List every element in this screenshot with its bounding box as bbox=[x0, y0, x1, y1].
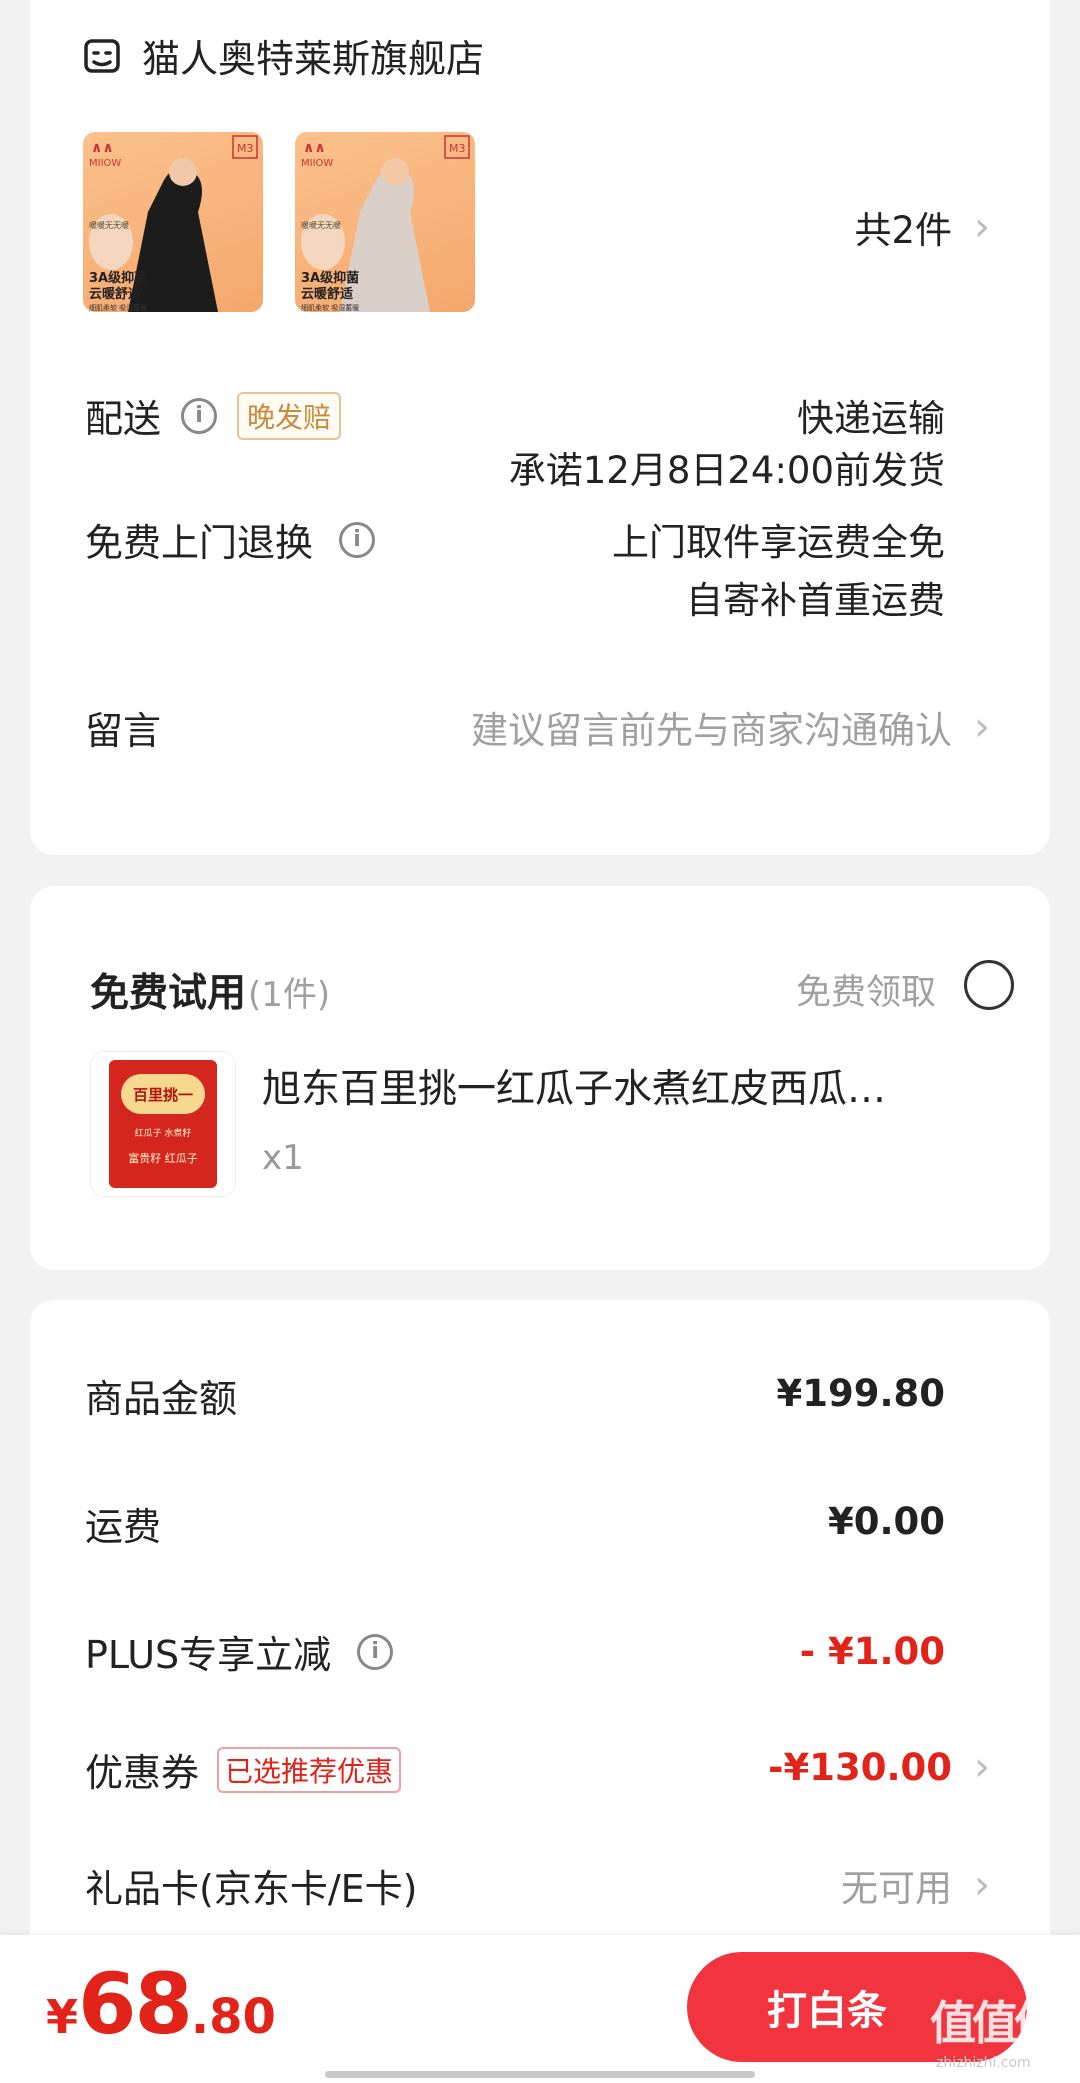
returns-line1: 上门取件享运费全免 bbox=[612, 521, 945, 564]
currency-symbol: ¥ bbox=[46, 1990, 79, 2044]
svg-text:云暖舒适: 云暖舒适 bbox=[301, 286, 353, 302]
message-input[interactable]: 建议留言前先与商家沟通确认 › bbox=[471, 700, 990, 754]
giftcard-value: 无可用 bbox=[841, 1867, 952, 1910]
checkout-bar: ¥ 68 .80 打白条 值值值 zhizhizhi.com bbox=[0, 1935, 1080, 2083]
svg-text:3A级抑菌: 3A级抑菌 bbox=[89, 270, 147, 286]
product-thumbnail[interactable]: ∧∧ MIIOW M3 暖暖无无暖 3A级抑菌 云暖舒适 细肌柔软 吸湿蓄暖 bbox=[83, 132, 263, 312]
plus-discount-value: - ¥1.00 bbox=[799, 1630, 945, 1673]
chevron-right-icon: › bbox=[974, 704, 990, 750]
late-delivery-tag: 晚发赔 bbox=[237, 391, 342, 440]
svg-text:云暖舒适: 云暖舒适 bbox=[89, 286, 141, 302]
message-label: 留言 bbox=[85, 709, 162, 753]
returns-line2: 自寄补首重运费 bbox=[686, 579, 945, 622]
svg-text:细肌柔软 吸湿蓄暖: 细肌柔软 吸湿蓄暖 bbox=[89, 303, 147, 312]
price-summary-card: 商品金额 ¥199.80 运费 ¥0.00 PLUS专享立减 i - ¥1.00… bbox=[30, 1300, 1050, 1940]
coupon-recommended-tag: 已选推荐优惠 bbox=[217, 1746, 402, 1793]
product-count-link[interactable]: 共2件 › bbox=[854, 200, 990, 254]
trial-action-label: 免费领取 bbox=[795, 973, 936, 1013]
chevron-right-icon: › bbox=[974, 204, 990, 250]
watermark-url: zhizhizhi.com bbox=[936, 2055, 1031, 2071]
coupon-label: 优惠券 bbox=[85, 1751, 200, 1795]
returns-label: 免费上门退换 bbox=[85, 521, 314, 565]
svg-text:MIIOW: MIIOW bbox=[301, 158, 333, 169]
store-header[interactable]: 猫人奥特莱斯旗舰店 bbox=[82, 28, 484, 83]
svg-text:M3: M3 bbox=[449, 142, 466, 155]
coupon-selector[interactable]: -¥130.00 › bbox=[768, 1744, 990, 1790]
info-icon[interactable]: i bbox=[339, 521, 376, 558]
pay-button-label: 打白条 bbox=[767, 1988, 887, 2034]
svg-text:∧∧: ∧∧ bbox=[91, 140, 114, 156]
free-trial-card: 免费试用 (1件) 免费领取 百里挑一 红瓜子 水煮籽 富贵籽 红瓜子 旭东百里… bbox=[30, 886, 1050, 1270]
price-integer: 68 bbox=[78, 1955, 193, 2053]
store-icon bbox=[84, 38, 120, 73]
brand-text: MIIOW bbox=[89, 158, 121, 169]
svg-text:红瓜子 水煮籽: 红瓜子 水煮籽 bbox=[135, 1127, 192, 1139]
svg-text:暖暖无无暖: 暖暖无无暖 bbox=[301, 221, 341, 230]
chevron-right-icon: › bbox=[974, 1744, 990, 1790]
product-count: 共2件 bbox=[854, 209, 952, 252]
coupon-value: -¥130.00 bbox=[768, 1745, 952, 1789]
svg-text:富贵籽 红瓜子: 富贵籽 红瓜子 bbox=[128, 1151, 198, 1165]
store-name: 猫人奥特莱斯旗舰店 bbox=[142, 37, 485, 81]
trial-header: 免费试用 (1件) bbox=[90, 962, 330, 1018]
watermark-logo: 值值值 bbox=[930, 1996, 1060, 2050]
trial-title: 免费试用 bbox=[90, 971, 247, 1016]
product-image: ∧∧ MIIOW M3 暖暖无无暖 3A级抑菌 云暖舒适 细肌柔软 吸湿蓄暖 bbox=[301, 135, 470, 312]
svg-text:∧∧: ∧∧ bbox=[303, 140, 326, 156]
total-price: ¥ 68 .80 bbox=[46, 1955, 276, 2053]
svg-text:3A级抑菌: 3A级抑菌 bbox=[301, 270, 359, 286]
svg-text:细肌柔软 吸湿蓄暖: 细肌柔软 吸湿蓄暖 bbox=[301, 303, 359, 312]
plus-discount-row: PLUS专享立减 i bbox=[85, 1624, 394, 1679]
order-card: 猫人奥特莱斯旗舰店 ∧∧ MIIOW M3 暖暖无无暖 3A级抑菌 云暖舒适 细… bbox=[30, 0, 1050, 855]
message-placeholder: 建议留言前先与商家沟通确认 bbox=[471, 709, 952, 752]
goods-amount-value: ¥199.80 bbox=[776, 1372, 945, 1415]
product-thumbnail[interactable]: ∧∧ MIIOW M3 暖暖无无暖 3A级抑菌 云暖舒适 细肌柔软 吸湿蓄暖 bbox=[295, 132, 475, 312]
coupon-row: 优惠券 已选推荐优惠 bbox=[85, 1742, 402, 1797]
home-indicator bbox=[325, 2071, 755, 2078]
trial-product-name[interactable]: 旭东百里挑一红瓜子水煮红皮西瓜… bbox=[262, 1058, 886, 1114]
returns-row: 免费上门退换 i bbox=[85, 512, 376, 567]
delivery-promise: 承诺12月8日24:00前发货 bbox=[508, 449, 945, 492]
giftcard-selector[interactable]: 无可用 › bbox=[841, 1858, 990, 1912]
giftcard-label: 礼品卡(京东卡/E卡) bbox=[85, 1867, 418, 1911]
shipping-fee-value: ¥0.00 bbox=[827, 1500, 945, 1543]
trial-select-radio[interactable] bbox=[964, 960, 1014, 1010]
delivery-row: 配送 i 晚发赔 bbox=[85, 388, 342, 443]
info-icon[interactable]: i bbox=[357, 1633, 394, 1670]
seed-pack-image: 百里挑一 红瓜子 水煮籽 富贵籽 红瓜子 bbox=[109, 1060, 217, 1188]
info-icon[interactable]: i bbox=[181, 397, 218, 434]
delivery-label: 配送 bbox=[85, 397, 162, 441]
shipping-fee-label: 运费 bbox=[85, 1505, 162, 1549]
svg-text:M3: M3 bbox=[237, 142, 254, 155]
trial-product-image[interactable]: 百里挑一 红瓜子 水煮籽 富贵籽 红瓜子 bbox=[90, 1051, 236, 1197]
price-decimal: .80 bbox=[190, 1989, 276, 2045]
product-image: ∧∧ MIIOW M3 暖暖无无暖 3A级抑菌 云暖舒适 细肌柔软 吸湿蓄暖 bbox=[89, 135, 258, 312]
trial-count: (1件) bbox=[248, 975, 331, 1015]
plus-discount-label: PLUS专享立减 bbox=[85, 1633, 332, 1677]
chevron-right-icon: › bbox=[974, 1862, 990, 1908]
trial-product-qty: x1 bbox=[262, 1138, 304, 1178]
svg-text:暖暖无无暖: 暖暖无无暖 bbox=[89, 221, 129, 230]
svg-text:百里挑一: 百里挑一 bbox=[133, 1086, 193, 1104]
delivery-method: 快递运输 bbox=[797, 397, 945, 440]
goods-amount-label: 商品金额 bbox=[85, 1377, 238, 1421]
